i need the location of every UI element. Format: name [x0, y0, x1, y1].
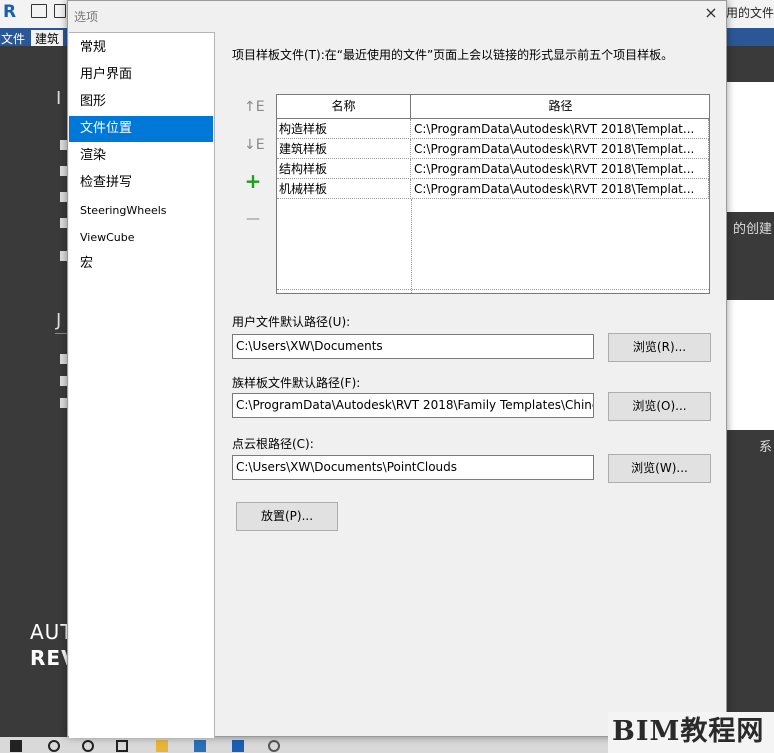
project-templates-table: 名称 路径 构造样板 C:\ProgramData\Autodesk\RVT 2…	[276, 94, 710, 294]
ribbon-tab-file[interactable]: 文件	[1, 30, 25, 47]
browse-user-path-button[interactable]: 浏览(R)...	[608, 333, 711, 362]
options-nav: 常规 用户界面 图形 文件位置 渲染 检查拼写 SteeringWheels V…	[69, 32, 215, 738]
options-dialog: 选项 × 常规 用户界面 图形 文件位置 渲染 检查拼写 SteeringWhe…	[67, 0, 727, 738]
move-up-icon[interactable]: ↑E	[244, 98, 265, 116]
save-icon[interactable]	[54, 4, 66, 18]
cloud-path-field[interactable]: C:\Users\XW\Documents\PointClouds	[232, 455, 594, 480]
nav-item-check-spelling[interactable]: 检查拼写	[69, 170, 213, 196]
project-templates-description: 项目样板文件(T):在“最近使用的文件”页面上会以链接的形式显示前五个项目样板。	[232, 48, 674, 62]
table-row[interactable]: 构造样板 C:\ProgramData\Autodesk\RVT 2018\Te…	[277, 119, 709, 139]
user-path-label: 用户文件默认路径(U):	[232, 315, 351, 329]
nav-item-macros[interactable]: 宏	[69, 251, 213, 277]
recent-family-card[interactable]	[726, 300, 774, 430]
family-path-field[interactable]: C:\ProgramData\Autodesk\RVT 2018\Family …	[232, 393, 594, 418]
template-path-cell[interactable]: C:\ProgramData\Autodesk\RVT 2018\Templat…	[412, 159, 709, 179]
column-header-name[interactable]: 名称	[277, 95, 411, 118]
nav-item-viewcube[interactable]: ViewCube	[69, 225, 213, 251]
template-name-cell[interactable]: 构造样板	[277, 119, 411, 139]
remove-icon[interactable]: —	[244, 210, 262, 228]
table-header: 名称 路径	[277, 95, 709, 119]
browse-cloud-path-button[interactable]: 浏览(W)...	[608, 454, 711, 483]
nav-item-file-locations[interactable]: 文件位置	[69, 116, 213, 142]
start-page-glyph: I	[56, 88, 62, 109]
table-grid-line	[277, 289, 709, 290]
user-path-field[interactable]: C:\Users\XW\Documents	[232, 334, 594, 359]
cloud-path-label: 点云根路径(C):	[232, 437, 314, 451]
nav-item-graphics[interactable]: 图形	[69, 89, 213, 115]
template-path-cell[interactable]: C:\ProgramData\Autodesk\RVT 2018\Templat…	[412, 139, 709, 159]
file-explorer-icon[interactable]	[156, 740, 168, 752]
table-row[interactable]: 结构样板 C:\ProgramData\Autodesk\RVT 2018\Te…	[277, 159, 709, 179]
places-button[interactable]: 放置(P)...	[236, 502, 338, 531]
start-page-glyph: J	[56, 310, 62, 331]
nav-item-user-interface[interactable]: 用户界面	[69, 62, 213, 88]
app-taskbar-icon[interactable]	[268, 740, 280, 752]
app-title-text: 用的文件	[725, 6, 774, 20]
add-icon[interactable]: +	[244, 171, 262, 191]
nav-item-general[interactable]: 常规	[69, 35, 213, 61]
nav-item-rendering[interactable]: 渲染	[69, 143, 213, 169]
recent-card-caption: 系	[758, 440, 772, 455]
browse-family-path-button[interactable]: 浏览(O)...	[608, 392, 711, 421]
template-name-cell[interactable]: 结构样板	[277, 159, 411, 179]
ribbon-tab-architecture[interactable]: 建筑	[31, 30, 64, 46]
watermark-logo: BIM教程网	[608, 712, 774, 753]
template-name-cell[interactable]: 建筑样板	[277, 139, 411, 159]
recent-project-card[interactable]	[726, 82, 774, 212]
dialog-title: 选项	[74, 10, 99, 24]
nav-item-steeringwheels[interactable]: SteeringWheels	[69, 198, 213, 224]
file-locations-panel: 项目样板文件(T):在“最近使用的文件”页面上会以链接的形式显示前五个项目样板。…	[216, 32, 726, 738]
template-name-cell[interactable]: 机械样板	[277, 179, 411, 199]
column-header-path[interactable]: 路径	[412, 95, 709, 118]
open-folder-icon[interactable]	[31, 4, 47, 18]
table-grid-line	[411, 199, 412, 293]
family-path-label: 族样板文件默认路径(F):	[232, 376, 361, 390]
revit-taskbar-icon[interactable]	[232, 740, 244, 752]
windows-start-icon[interactable]	[10, 740, 22, 752]
table-row[interactable]: 机械样板 C:\ProgramData\Autodesk\RVT 2018\Te…	[277, 179, 709, 199]
recent-card-caption: 的创建	[732, 222, 772, 237]
cortana-icon[interactable]	[82, 740, 94, 752]
move-down-icon[interactable]: ↓E	[244, 136, 265, 154]
template-path-cell[interactable]: C:\ProgramData\Autodesk\RVT 2018\Templat…	[412, 179, 709, 199]
template-path-cell[interactable]: C:\ProgramData\Autodesk\RVT 2018\Templat…	[412, 119, 709, 139]
task-view-icon[interactable]	[116, 740, 128, 752]
search-icon[interactable]	[48, 740, 60, 752]
close-icon[interactable]: ×	[704, 5, 718, 21]
revit-logo-icon[interactable]: R	[3, 2, 19, 22]
store-icon[interactable]	[194, 740, 206, 752]
table-row[interactable]: 建筑样板 C:\ProgramData\Autodesk\RVT 2018\Te…	[277, 139, 709, 159]
